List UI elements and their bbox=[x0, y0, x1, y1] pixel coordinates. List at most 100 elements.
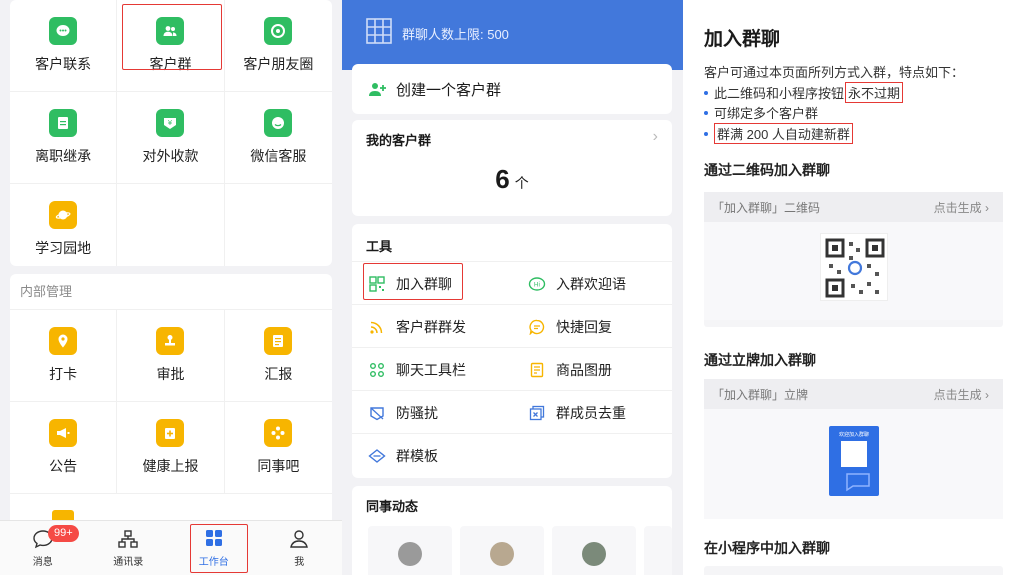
group-count-unit: 个 bbox=[514, 175, 529, 191]
partial-app-icon bbox=[52, 510, 74, 520]
app-wechat-service[interactable]: 微信客服 bbox=[224, 92, 332, 184]
stamp-icon bbox=[156, 327, 185, 355]
tab-workbench[interactable]: 工作台 bbox=[171, 521, 257, 575]
tool-label: 商品图册 bbox=[556, 361, 612, 378]
app-label: 汇报 bbox=[264, 366, 293, 382]
app-label: 客户朋友圈 bbox=[243, 56, 314, 72]
customer-group-panel: 群聊人数上限: 500 创建一个客户群 我的客户群 › 6个 工具 加入群聊 H… bbox=[342, 0, 683, 575]
tool-label: 快捷回复 bbox=[556, 318, 612, 335]
tool-label: 防骚扰 bbox=[396, 404, 438, 421]
tab-me[interactable]: 我 bbox=[257, 521, 343, 575]
tool-label: 群模板 bbox=[396, 447, 438, 464]
qrcode-icon bbox=[368, 275, 386, 293]
bullet-dot bbox=[704, 90, 708, 95]
tab-messages[interactable]: 99+ 消息 bbox=[0, 521, 86, 575]
feed-item[interactable] bbox=[552, 526, 636, 575]
bullet-dot bbox=[704, 110, 708, 115]
section-title-miniprogram: 在小程序中加入群聊 bbox=[704, 540, 830, 556]
tool-member-dedupe[interactable]: 群成员去重 bbox=[528, 391, 683, 434]
app-colleague-community[interactable]: 同事吧 bbox=[224, 402, 332, 494]
toolbar-icon bbox=[368, 361, 386, 379]
app-customer-moments[interactable]: 客户朋友圈 bbox=[224, 0, 332, 92]
app-label: 对外收款 bbox=[142, 148, 199, 164]
tool-join-group[interactable]: 加入群聊 bbox=[368, 262, 528, 305]
app-report[interactable]: 汇报 bbox=[224, 310, 332, 402]
tool-welcome-message[interactable]: Hi 入群欢迎语 bbox=[528, 262, 683, 305]
feature-bullet: 群满 200 人自动建新群 bbox=[704, 123, 853, 144]
create-group-button[interactable]: 创建一个客户群 bbox=[352, 64, 672, 114]
group-icon bbox=[156, 17, 185, 45]
stand-preview-area: 欢迎加入群聊 bbox=[704, 409, 1003, 519]
stand-box-header: 「加入群聊」立牌 点击生成 › bbox=[704, 379, 1003, 409]
megaphone-icon bbox=[49, 419, 78, 447]
tab-label: 消息 bbox=[32, 556, 53, 568]
group-limit-text: 群聊人数上限: 500 bbox=[402, 27, 509, 42]
svg-text:¥: ¥ bbox=[168, 119, 173, 127]
tab-contacts[interactable]: 通讯录 bbox=[86, 521, 172, 575]
stand-box: 「加入群聊」立牌 点击生成 › 欢迎加入群聊 bbox=[704, 379, 1003, 519]
tab-label: 我 bbox=[294, 556, 305, 568]
wechat-service-icon bbox=[264, 109, 293, 137]
grid-table-icon bbox=[366, 18, 392, 44]
app-customer-contact[interactable]: 客户联系 bbox=[10, 0, 118, 92]
feed-item[interactable] bbox=[460, 526, 544, 575]
tool-anti-harassment[interactable]: 防骚扰 bbox=[368, 391, 528, 434]
app-customer-group[interactable]: 客户群 bbox=[117, 0, 225, 92]
feed-item[interactable] bbox=[368, 526, 452, 575]
app-approval[interactable]: 审批 bbox=[117, 310, 225, 402]
tools-card: 工具 加入群聊 Hi 入群欢迎语 客户群群发 快捷回复 聊天工具栏 商品图册 防… bbox=[352, 224, 672, 478]
section-title: 内部管理 bbox=[10, 274, 332, 310]
profile-icon bbox=[290, 529, 309, 548]
feed-item[interactable] bbox=[644, 526, 672, 575]
tool-chat-toolbar[interactable]: 聊天工具栏 bbox=[368, 348, 528, 391]
section-title-stand: 通过立牌加入群聊 bbox=[704, 352, 816, 368]
generate-qrcode-button[interactable]: 点击生成 › bbox=[934, 199, 989, 216]
customer-apps-card: 客户联系 客户群 客户朋友圈 离职继承 ¥ 对外收款 微信客服 学习园地 bbox=[10, 0, 332, 266]
stand-qrcode bbox=[841, 441, 867, 467]
app-learning[interactable]: 学习园地 bbox=[10, 184, 118, 266]
qrcode-image bbox=[820, 233, 888, 301]
tool-group-template[interactable]: 群模板 bbox=[368, 434, 528, 477]
tool-group-broadcast[interactable]: 客户群群发 bbox=[368, 305, 528, 348]
page-description: 客户可通过本页面所列方式入群，特点如下： bbox=[704, 65, 965, 80]
join-group-panel: 加入群聊 客户可通过本页面所列方式入群，特点如下： 此二维码和小程序按钮 永不过… bbox=[683, 0, 1024, 575]
tools-title: 工具 bbox=[366, 239, 393, 254]
shield-icon bbox=[368, 404, 386, 422]
bullet-text: 此二维码和小程序按钮 bbox=[714, 86, 845, 101]
document-icon bbox=[49, 109, 78, 137]
feature-bullet: 可绑定多个客户群 bbox=[704, 103, 818, 122]
generate-stand-button[interactable]: 点击生成 › bbox=[934, 386, 989, 403]
app-label: 学习园地 bbox=[35, 240, 92, 256]
app-label: 健康上报 bbox=[142, 458, 199, 474]
section-title-qrcode: 通过二维码加入群聊 bbox=[704, 162, 830, 178]
app-label: 审批 bbox=[156, 366, 185, 382]
qrcode-box-header: 「加入群聊」二维码 点击生成 › bbox=[704, 192, 1003, 222]
health-icon bbox=[156, 419, 185, 447]
my-groups-card[interactable]: 我的客户群 › 6个 bbox=[352, 120, 672, 216]
qrcode-box: 「加入群聊」二维码 点击生成 › bbox=[704, 192, 1003, 327]
tab-label: 工作台 bbox=[198, 556, 229, 568]
app-label: 客户群 bbox=[149, 56, 192, 72]
moments-icon bbox=[264, 17, 293, 45]
tool-label: 入群欢迎语 bbox=[556, 275, 626, 292]
stand-title: 欢迎加入群聊 bbox=[838, 432, 869, 438]
bullet-text: 可绑定多个客户群 bbox=[714, 106, 819, 121]
app-health-report[interactable]: 健康上报 bbox=[117, 402, 225, 494]
broadcast-icon bbox=[368, 318, 386, 336]
tool-product-catalog[interactable]: 商品图册 bbox=[528, 348, 683, 391]
tool-quick-reply[interactable]: 快捷回复 bbox=[528, 305, 683, 348]
my-groups-title: 我的客户群 bbox=[366, 133, 432, 148]
app-external-payment[interactable]: ¥ 对外收款 bbox=[117, 92, 225, 184]
bullet-highlight: 群满 200 人自动建新群 bbox=[714, 123, 853, 144]
bullet-dot bbox=[704, 131, 708, 136]
tool-label: 群成员去重 bbox=[556, 404, 626, 421]
app-label: 打卡 bbox=[49, 366, 78, 382]
app-announcement[interactable]: 公告 bbox=[10, 402, 118, 494]
tab-label: 通讯录 bbox=[113, 556, 144, 568]
app-label: 离职继承 bbox=[35, 148, 92, 164]
contacts-icon bbox=[118, 529, 138, 548]
app-resign-inherit[interactable]: 离职继承 bbox=[10, 92, 118, 184]
chevron-right-icon: › bbox=[652, 128, 658, 145]
app-check-in[interactable]: 打卡 bbox=[10, 310, 118, 402]
bullet-highlight: 永不过期 bbox=[845, 82, 904, 103]
